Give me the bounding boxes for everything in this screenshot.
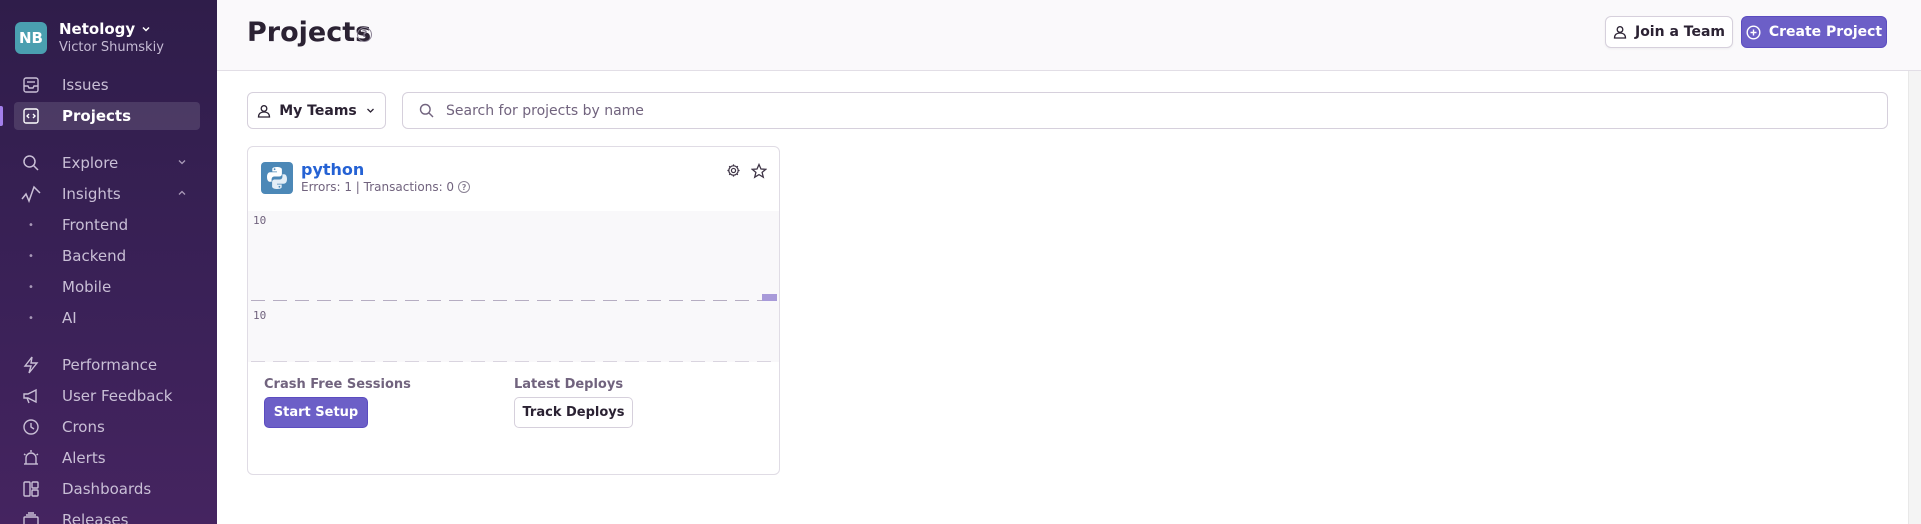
history-clock-icon xyxy=(20,416,42,438)
dashboard-icon xyxy=(20,478,42,500)
inbox-icon xyxy=(20,74,42,96)
help-icon[interactable]: ? xyxy=(357,27,372,42)
sidebar-item-projects[interactable]: Projects xyxy=(0,102,200,130)
search-icon xyxy=(20,152,42,174)
sidebar-item-mobile[interactable]: • Mobile xyxy=(14,273,200,301)
chart-bar xyxy=(762,294,777,301)
track-deploys-button[interactable]: Track Deploys xyxy=(514,397,633,428)
chevron-down-icon xyxy=(142,26,150,32)
chevron-down-icon xyxy=(365,105,376,116)
sidebar-item-label: AI xyxy=(62,309,77,327)
start-setup-button[interactable]: Start Setup xyxy=(264,397,368,428)
latest-deploys-label: Latest Deploys xyxy=(514,377,624,392)
sidebar: NB Netology Victor Shumskiy Issues Proje… xyxy=(0,0,217,524)
chart-plot xyxy=(251,294,779,362)
megaphone-icon xyxy=(20,385,42,407)
insights-graph-icon xyxy=(20,183,42,205)
star-icon[interactable] xyxy=(751,163,767,179)
bullet-icon: • xyxy=(28,312,34,324)
sidebar-item-label: Issues xyxy=(62,76,109,94)
chevron-down-icon xyxy=(178,160,186,165)
sidebar-item-releases[interactable]: Releases xyxy=(14,506,200,524)
sidebar-item-label: User Feedback xyxy=(62,387,173,405)
org-avatar: NB xyxy=(15,21,47,54)
sidebar-item-issues[interactable]: Issues xyxy=(14,71,200,99)
chart-secondary-label: 10 xyxy=(253,309,267,322)
sidebar-item-insights[interactable]: Insights xyxy=(14,180,200,208)
crash-free-label: Crash Free Sessions xyxy=(264,377,411,392)
sidebar-item-label: Releases xyxy=(62,511,129,524)
sidebar-item-user-feedback[interactable]: User Feedback xyxy=(14,382,200,410)
project-stats-chart: 10 10 xyxy=(248,211,779,362)
siren-icon xyxy=(20,447,42,469)
chevron-up-icon xyxy=(178,190,186,195)
sidebar-item-label: Projects xyxy=(62,107,132,125)
create-project-button[interactable]: Create Project xyxy=(1741,16,1887,48)
sidebar-item-label: Explore xyxy=(62,154,119,172)
org-user-name: Victor Shumskiy xyxy=(59,40,164,55)
add-circle-icon xyxy=(1746,24,1761,40)
sidebar-item-label: Alerts xyxy=(62,449,106,467)
sidebar-item-frontend[interactable]: • Frontend xyxy=(14,211,200,239)
sidebar-item-label: Mobile xyxy=(62,278,112,296)
projects-icon xyxy=(20,105,42,127)
page-title: Projects xyxy=(247,17,372,48)
page-header: Projects ? Join a Team Create Project xyxy=(217,0,1921,71)
lightning-icon xyxy=(20,354,42,376)
sidebar-item-ai[interactable]: • AI xyxy=(14,304,200,332)
sidebar-item-label: Crons xyxy=(62,418,105,436)
my-teams-dropdown[interactable]: My Teams xyxy=(247,92,386,129)
bullet-icon: • xyxy=(28,219,34,231)
create-project-label: Create Project xyxy=(1768,24,1883,40)
sidebar-item-crons[interactable]: Crons xyxy=(14,413,200,441)
sidebar-item-label: Frontend xyxy=(62,216,129,234)
sidebar-item-label: Insights xyxy=(62,185,121,203)
help-icon[interactable]: ? xyxy=(458,181,471,193)
bullet-icon: • xyxy=(28,281,34,293)
releases-icon xyxy=(20,509,42,524)
python-icon xyxy=(261,162,293,194)
sidebar-item-label: Performance xyxy=(62,356,158,374)
sidebar-item-backend[interactable]: • Backend xyxy=(14,242,200,270)
user-icon xyxy=(257,104,271,118)
project-search xyxy=(402,92,1888,129)
search-input[interactable] xyxy=(446,102,1846,119)
scrollbar[interactable] xyxy=(1908,71,1921,524)
sidebar-item-label: Dashboards xyxy=(62,480,152,498)
sidebar-item-dashboards[interactable]: Dashboards xyxy=(14,475,200,503)
sidebar-item-label: Backend xyxy=(62,247,127,265)
join-team-label: Join a Team xyxy=(1634,24,1725,40)
project-card: python Errors: 1 | Transactions: 0 ? 10 … xyxy=(247,146,780,475)
search-icon xyxy=(419,103,434,118)
join-team-button[interactable]: Join a Team xyxy=(1605,16,1733,48)
org-switcher[interactable]: NB Netology Victor Shumskiy xyxy=(15,20,164,55)
sidebar-item-alerts[interactable]: Alerts xyxy=(14,444,200,472)
gear-icon[interactable] xyxy=(726,163,741,178)
project-stats: Errors: 1 | Transactions: 0 xyxy=(301,180,455,194)
project-name-link[interactable]: python xyxy=(301,160,364,179)
user-icon xyxy=(1613,25,1627,39)
my-teams-label: My Teams xyxy=(279,102,357,119)
sidebar-item-performance[interactable]: Performance xyxy=(14,351,200,379)
sidebar-item-explore[interactable]: Explore xyxy=(14,149,200,177)
org-name: Netology xyxy=(59,20,136,38)
bullet-icon: • xyxy=(28,250,34,262)
